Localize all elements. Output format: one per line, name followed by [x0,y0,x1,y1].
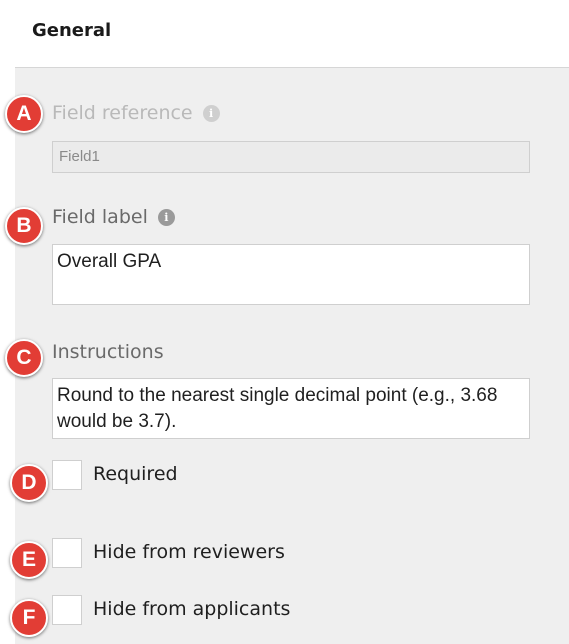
instructions-textarea[interactable]: Round to the nearest single decimal poin… [52,378,530,439]
field-reference-input: Field1 [52,141,530,173]
hide-applicants-label: Hide from applicants [93,598,291,620]
info-icon[interactable]: i [157,209,175,226]
section-title: General [32,20,112,41]
required-label: Required [93,463,178,485]
marker-c: C [5,339,43,377]
hide-reviewers-label: Hide from reviewers [93,541,285,563]
marker-e: E [10,541,48,579]
hide-applicants-checkbox[interactable] [52,595,82,625]
marker-b: B [5,207,43,245]
required-checkbox[interactable] [52,460,82,490]
field-label-input[interactable]: Overall GPA [52,244,530,305]
marker-f: F [10,599,48,637]
hide-reviewers-checkbox[interactable] [52,538,82,568]
marker-a: A [5,95,43,133]
field-label-label: Field label i [52,206,175,228]
info-icon[interactable]: i [202,105,220,122]
marker-d: D [10,464,48,502]
field-reference-label: Field reference i [52,102,220,124]
instructions-label: Instructions [52,341,164,363]
